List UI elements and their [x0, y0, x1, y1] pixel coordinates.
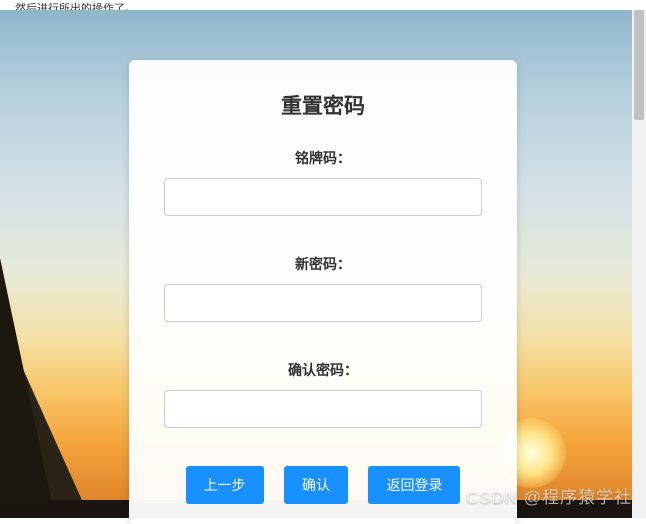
reset-password-card: 重置密码 铭牌码： 新密码： 确认密码： 上一步 确认 返回登录: [129, 60, 517, 524]
button-row: 上一步 确认 返回登录: [164, 466, 482, 504]
cropped-text-fragment: …然后进行所出的操作了。: [0, 0, 646, 10]
new-password-input[interactable]: [164, 284, 482, 322]
scrollbar-track[interactable]: [632, 10, 646, 518]
badge-code-input[interactable]: [164, 178, 482, 216]
badge-code-label: 铭牌码：: [164, 148, 482, 168]
scrollbar-thumb[interactable]: [634, 10, 644, 120]
card-title: 重置密码: [164, 90, 482, 120]
background-mountain-far: [0, 258, 55, 518]
form-group-new-password: 新密码：: [164, 254, 482, 322]
form-group-confirm-password: 确认密码：: [164, 360, 482, 428]
confirm-password-input[interactable]: [164, 390, 482, 428]
back-to-login-button[interactable]: 返回登录: [368, 466, 460, 504]
confirm-button[interactable]: 确认: [284, 466, 348, 504]
new-password-label: 新密码：: [164, 254, 482, 274]
form-group-badge-code: 铭牌码：: [164, 148, 482, 216]
confirm-password-label: 确认密码：: [164, 360, 482, 380]
prev-step-button[interactable]: 上一步: [186, 466, 264, 504]
watermark: CSDN @程序猿学社: [466, 483, 632, 508]
